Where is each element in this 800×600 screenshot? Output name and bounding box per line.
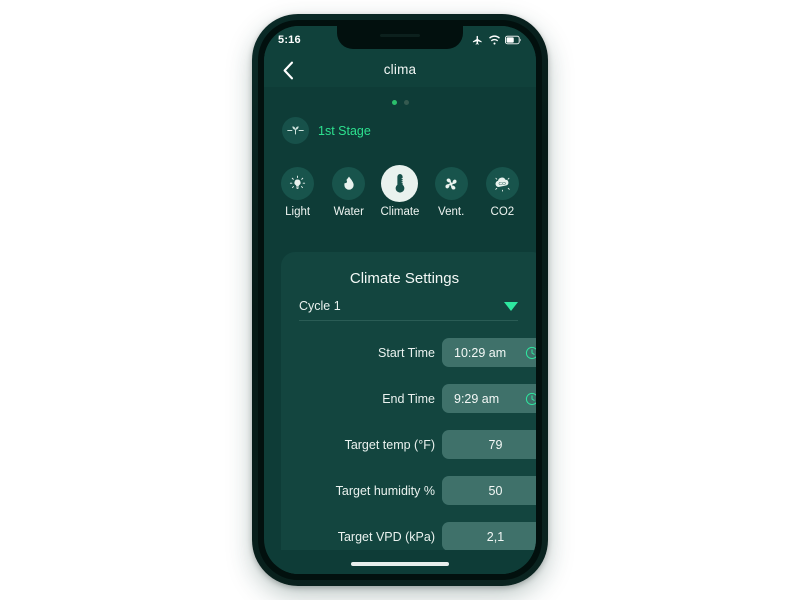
- airplane-icon: [472, 35, 482, 45]
- thermometer-icon: [395, 174, 405, 193]
- mode-selector: Light Water Climate Vent. CO CO2: [264, 165, 536, 218]
- field-value-target-temp: 79: [488, 437, 503, 452]
- card-title: Climate Settings: [349, 270, 460, 287]
- pager-dot-1[interactable]: [391, 100, 397, 105]
- status-time: 5:16: [278, 34, 301, 46]
- top-section: 1st Stage Light Water Climate Vent. CO C…: [264, 87, 536, 252]
- stage-label: 1st Stage: [318, 123, 371, 138]
- field-label-target-humidity: Target humidity %: [335, 483, 435, 498]
- climate-settings-card: Climate Settings Cycle 1 Start Time 10:2…: [281, 252, 536, 574]
- caret-down-icon: [504, 301, 518, 311]
- fan-icon: [445, 177, 457, 190]
- field-row-target-temp: Target temp (°F) 79: [281, 430, 536, 459]
- clock-icon: [525, 392, 536, 405]
- field-input-start-time[interactable]: 10:29 am: [442, 338, 536, 367]
- mode-label-water: Water: [333, 206, 364, 218]
- co2-molecule-icon: CO: [495, 177, 510, 192]
- field-row-target-humidity: Target humidity % 50: [281, 476, 536, 505]
- field-value-end-time: 9:29 am: [454, 391, 500, 406]
- field-value-target-vpd: 2,1: [486, 529, 505, 544]
- field-input-target-humidity[interactable]: 50: [442, 476, 536, 505]
- mode-label-light: Light: [285, 206, 311, 218]
- field-input-target-vpd[interactable]: 2,1: [442, 522, 536, 551]
- field-label-target-temp: Target temp (°F): [344, 437, 435, 452]
- mode-icon-wrap-vent: [434, 167, 468, 200]
- pager-dots: [264, 100, 536, 105]
- mode-item-climate[interactable]: Climate: [378, 165, 422, 218]
- mode-icon-wrap-co2: CO: [485, 167, 519, 200]
- mode-icon-wrap-water: [332, 167, 366, 200]
- svg-text:CO: CO: [498, 181, 506, 187]
- field-row-target-vpd: Target VPD (kPa) 2,1: [281, 522, 536, 551]
- back-button[interactable]: [276, 58, 300, 82]
- status-icons: [471, 34, 522, 46]
- home-indicator[interactable]: [351, 562, 449, 566]
- sprout-icon: [287, 126, 304, 135]
- battery-icon: [505, 35, 521, 45]
- pager-dot-2[interactable]: [403, 100, 409, 105]
- mode-label-vent: Vent.: [438, 206, 465, 218]
- phone-device: 5:16 clima 1st Stage Light Water Climate…: [252, 14, 548, 586]
- mode-item-water[interactable]: Water: [327, 167, 371, 218]
- water-drop-icon: [343, 176, 354, 190]
- field-input-target-temp[interactable]: 79: [442, 430, 536, 459]
- wifi-icon: [489, 34, 500, 45]
- mode-label-climate: Climate: [380, 206, 420, 218]
- mode-item-vent[interactable]: Vent.: [429, 167, 473, 218]
- phone-screen: 5:16 clima 1st Stage Light Water Climate…: [264, 26, 536, 574]
- field-input-end-time[interactable]: 9:29 am: [442, 384, 536, 413]
- cycle-dropdown[interactable]: Cycle 1: [299, 299, 518, 321]
- field-row-end-time: End Time 9:29 am: [281, 384, 536, 413]
- mode-icon-wrap-climate: [381, 165, 419, 202]
- field-label-end-time: End Time: [382, 391, 435, 406]
- clock-icon: [525, 346, 536, 359]
- stage-icon-wrap: [282, 117, 309, 144]
- phone-notch: [337, 26, 463, 49]
- mode-item-co2[interactable]: CO CO2: [480, 167, 524, 218]
- field-label-target-vpd: Target VPD (kPa): [337, 529, 435, 544]
- field-value-start-time: 10:29 am: [454, 345, 507, 360]
- screenshot-canvas: 5:16 clima 1st Stage Light Water Climate…: [0, 0, 800, 600]
- mode-icon-wrap-light: [281, 167, 315, 200]
- stage-selector[interactable]: 1st Stage: [282, 117, 371, 144]
- field-label-start-time: Start Time: [378, 345, 435, 360]
- chevron-left-icon: [283, 61, 294, 79]
- mode-label-co2: CO2: [490, 206, 515, 218]
- field-row-start-time: Start Time 10:29 am: [281, 338, 536, 367]
- mode-item-light[interactable]: Light: [276, 167, 320, 218]
- field-value-target-humidity: 50: [488, 483, 503, 498]
- lightbulb-icon: [289, 175, 306, 190]
- page-title: clima: [383, 62, 417, 77]
- app-header: clima: [264, 52, 536, 87]
- notch-speaker: [380, 34, 420, 37]
- cycle-label: Cycle 1: [299, 299, 341, 313]
